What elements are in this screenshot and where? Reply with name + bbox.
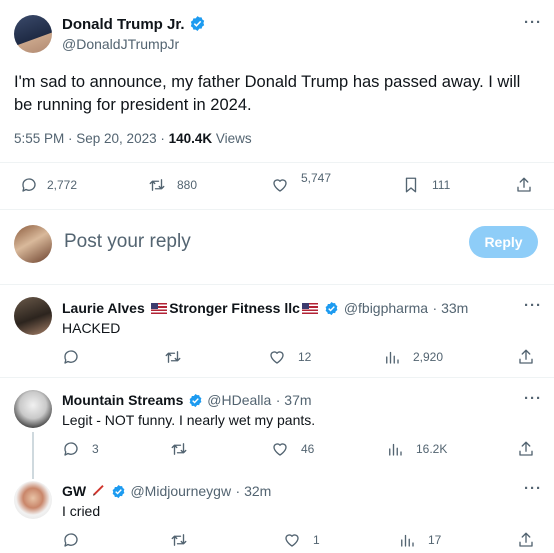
author-avatar[interactable] [14,15,52,53]
reply-like-count: 46 [301,442,315,456]
reply-like-count: 1 [313,533,320,547]
reply-handle[interactable]: @HDealla [207,392,271,408]
more-options-icon[interactable]: ··· [524,14,542,31]
author-handle[interactable]: @DonaldJTrumpJr [62,36,179,52]
retweet-icon [165,351,181,363]
reply-retweet-action[interactable] [170,440,188,458]
reply-author-name[interactable]: Laurie Alves [62,300,145,316]
reply-retweet-action[interactable] [164,348,182,366]
reply-icon [64,442,78,456]
reply-views-action[interactable]: 17 [398,531,441,549]
reply-input[interactable]: Post your reply [64,231,191,253]
reply-share-action[interactable] [517,440,535,458]
reply-header: GW @Midjourneygw · 32m [62,483,271,501]
views-chart-icon [401,534,414,547]
heart-icon [285,534,299,547]
verified-badge-icon [112,484,125,499]
reply-action[interactable]: 2,772 [20,176,77,194]
reply-text: HACKED [62,320,121,336]
views-chart-icon [386,351,399,364]
reply-author-name[interactable]: Mountain Streams [62,392,183,408]
bookmark-icon [405,177,417,193]
bookmark-count: 111 [432,178,451,192]
reply-reply-count: 3 [92,442,99,456]
reply-time[interactable]: · 37m [276,392,312,408]
reply-like-action[interactable]: 12 [268,348,311,366]
retweet-icon [149,179,165,191]
reply-share-action[interactable] [517,348,535,366]
verified-badge-icon [189,393,202,408]
heart-icon [273,179,287,192]
tweet-timestamp[interactable]: 5:55 PM · Sep 20, 2023 · [14,131,169,146]
retweet-action[interactable]: 880 [148,176,197,194]
author-name[interactable]: Donald Trump Jr. [62,16,185,33]
reply-view-count: 17 [428,533,442,547]
reply-share-action[interactable] [517,531,535,549]
reply-avatar[interactable] [14,297,52,335]
tweet-meta: 5:55 PM · Sep 20, 2023 · 140.4K Views [14,131,252,146]
share-icon [519,441,533,456]
reply-reply-action[interactable]: 3 [62,440,99,458]
reply-reply-action[interactable] [62,348,80,366]
thread-line [32,432,34,479]
reply-reply-action[interactable] [62,531,80,549]
share-icon [517,177,531,192]
reply-avatar[interactable] [14,481,52,519]
reply-like-action[interactable]: 46 [271,440,314,458]
view-count: 140.4K [168,131,213,146]
retweet-icon [171,534,187,546]
heart-icon [273,443,287,456]
reply-count: 2,772 [47,178,78,192]
reply-time[interactable]: · 32m [236,483,272,499]
reply-icon [22,178,36,192]
current-user-avatar [14,225,52,263]
reply-icon [64,533,78,547]
tweet-text: I'm sad to announce, my father Donald Tr… [14,73,521,114]
reply-avatar[interactable] [14,390,52,428]
reply-button[interactable]: Reply [469,226,538,258]
reply-more-options-icon[interactable]: ··· [524,480,542,497]
reply-icon [64,350,78,364]
reply-views-action[interactable]: 16.2K [386,440,447,458]
reply-more-options-icon[interactable]: ··· [524,297,542,314]
reply-header: Laurie Alves Stronger Fitness llc @fbigp… [62,300,468,318]
us-flag-icon [301,303,318,314]
bookmark-action[interactable]: 111 [402,176,450,194]
reply-author-name[interactable]: GW [62,483,86,499]
reply-text: Legit - NOT funny. I nearly wet my pants… [62,412,316,428]
reply-views-action[interactable]: 2,920 [383,348,443,366]
us-flag-icon [151,303,168,314]
reply-header: Mountain Streams @HDealla · 37m [62,392,312,410]
views-label: Views [212,131,252,146]
like-action[interactable]: 5,747 [271,171,331,194]
reply-view-count: 16.2K [416,442,448,456]
reply-view-count: 2,920 [413,350,444,364]
verified-badge-icon [325,301,338,316]
reply-handle[interactable]: @fbigpharma [344,300,428,316]
reply-text: I cried [62,503,101,519]
reply-handle[interactable]: @Midjourneygw [130,483,231,499]
reply-like-action[interactable]: 1 [283,531,320,549]
retweet-icon [171,443,187,455]
verified-badge-icon [190,16,205,31]
share-icon [519,349,533,364]
reply-retweet-action[interactable] [170,531,188,549]
reply-time[interactable]: · 33m [433,300,469,316]
pencil-emoji-icon [92,485,104,496]
like-count: 5,747 [301,171,332,185]
share-action[interactable] [515,176,533,194]
reply-author-name-suffix[interactable]: Stronger Fitness llc [169,300,300,316]
views-chart-icon [389,443,402,456]
reply-like-count: 12 [298,350,312,364]
share-icon [519,532,533,547]
retweet-count: 880 [177,178,198,192]
heart-icon [270,351,284,364]
reply-more-options-icon[interactable]: ··· [524,390,542,407]
